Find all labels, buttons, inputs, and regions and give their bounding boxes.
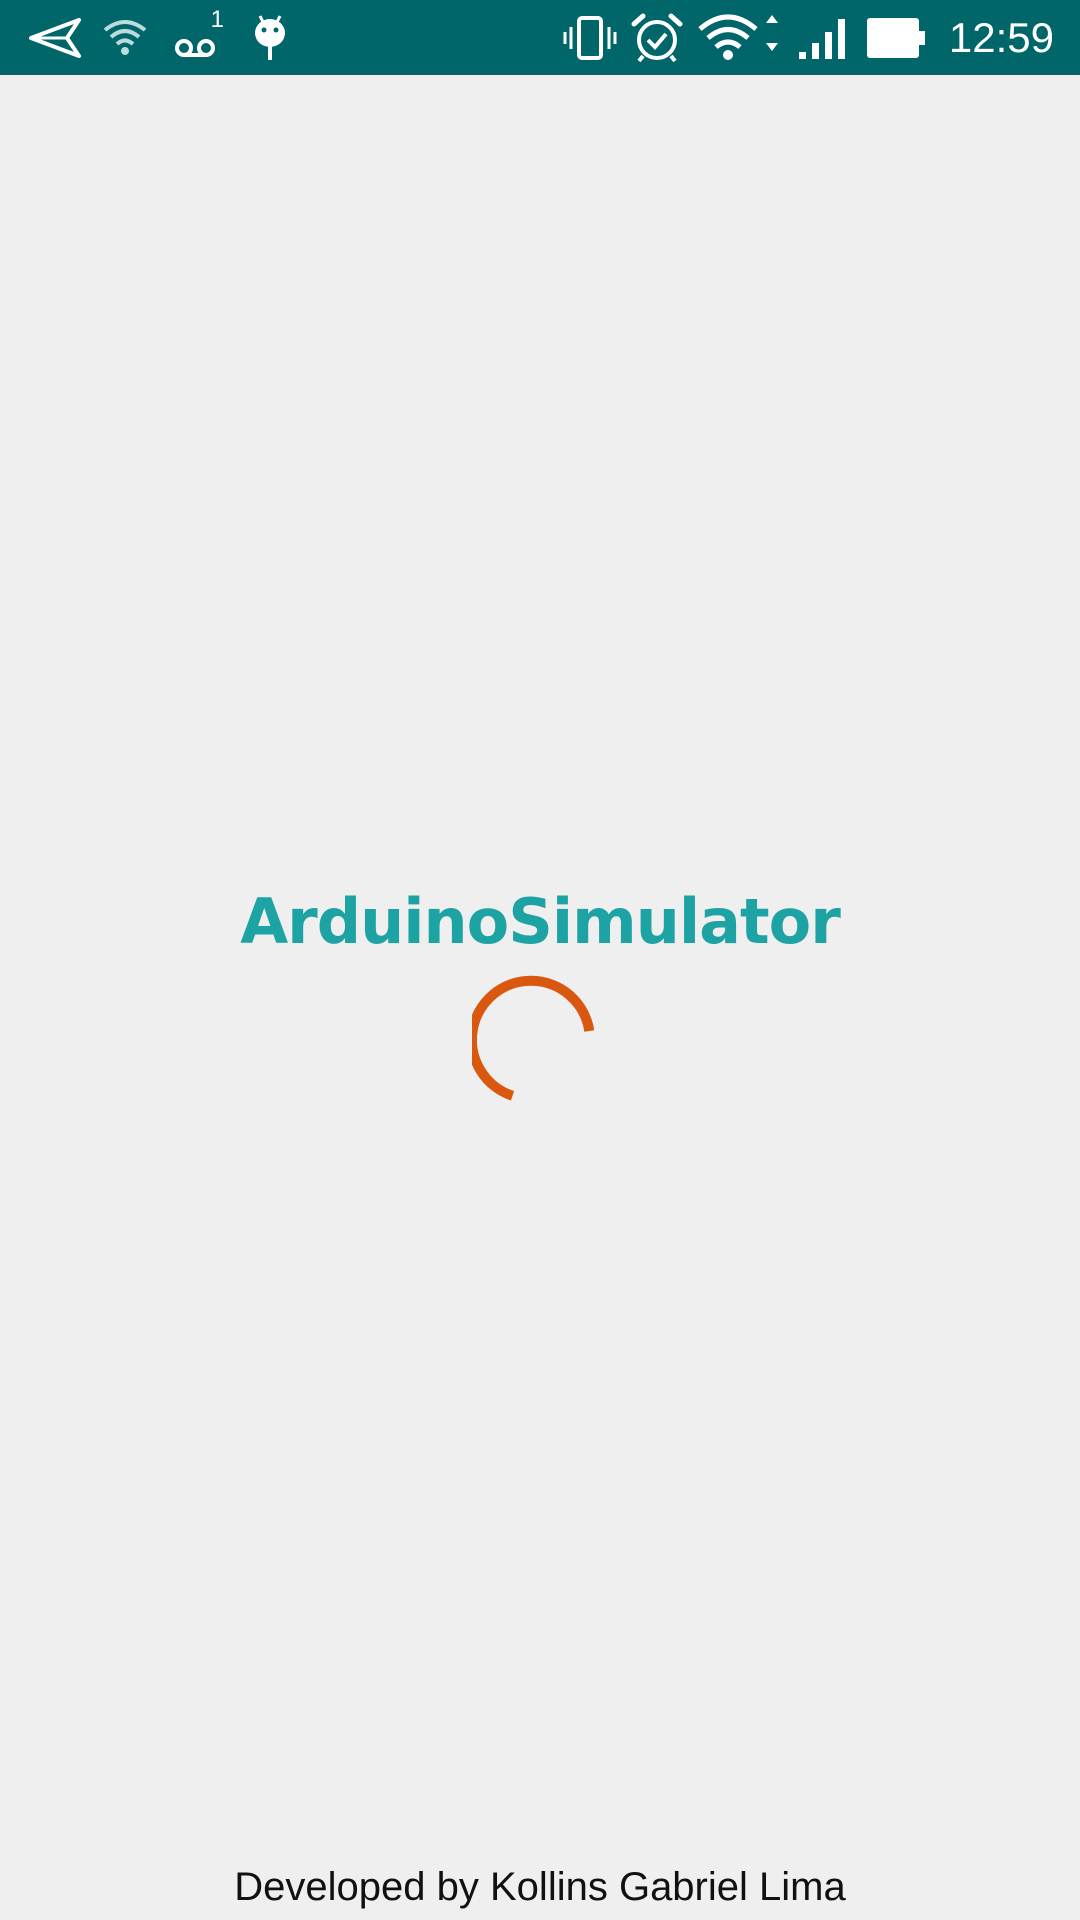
wifi-weak-icon [100, 0, 150, 75]
android-debug-icon [250, 0, 290, 75]
splash-screen: 1 12:59 ArduinoSimulator Developed by Ko… [0, 0, 1080, 1920]
signal-icon [796, 0, 850, 75]
status-clock: 12:59 [948, 14, 1054, 61]
loading-spinner [472, 975, 595, 1101]
wifi-icon [696, 0, 782, 75]
alarm-icon [630, 0, 684, 75]
battery-icon [866, 0, 926, 75]
send-icon [26, 0, 84, 75]
vibrate-icon [562, 0, 618, 75]
app-title: ArduinoSimulator [240, 885, 841, 958]
voicemail-count: 1 [210, 6, 224, 33]
splash-content: ArduinoSimulator Developed by Kollins Ga… [0, 75, 1080, 1920]
voicemail-icon: 1 [172, 0, 224, 75]
status-bar: 1 12:59 [0, 0, 1080, 75]
developer-credit: Developed by Kollins Gabriel Lima [234, 1865, 846, 1909]
